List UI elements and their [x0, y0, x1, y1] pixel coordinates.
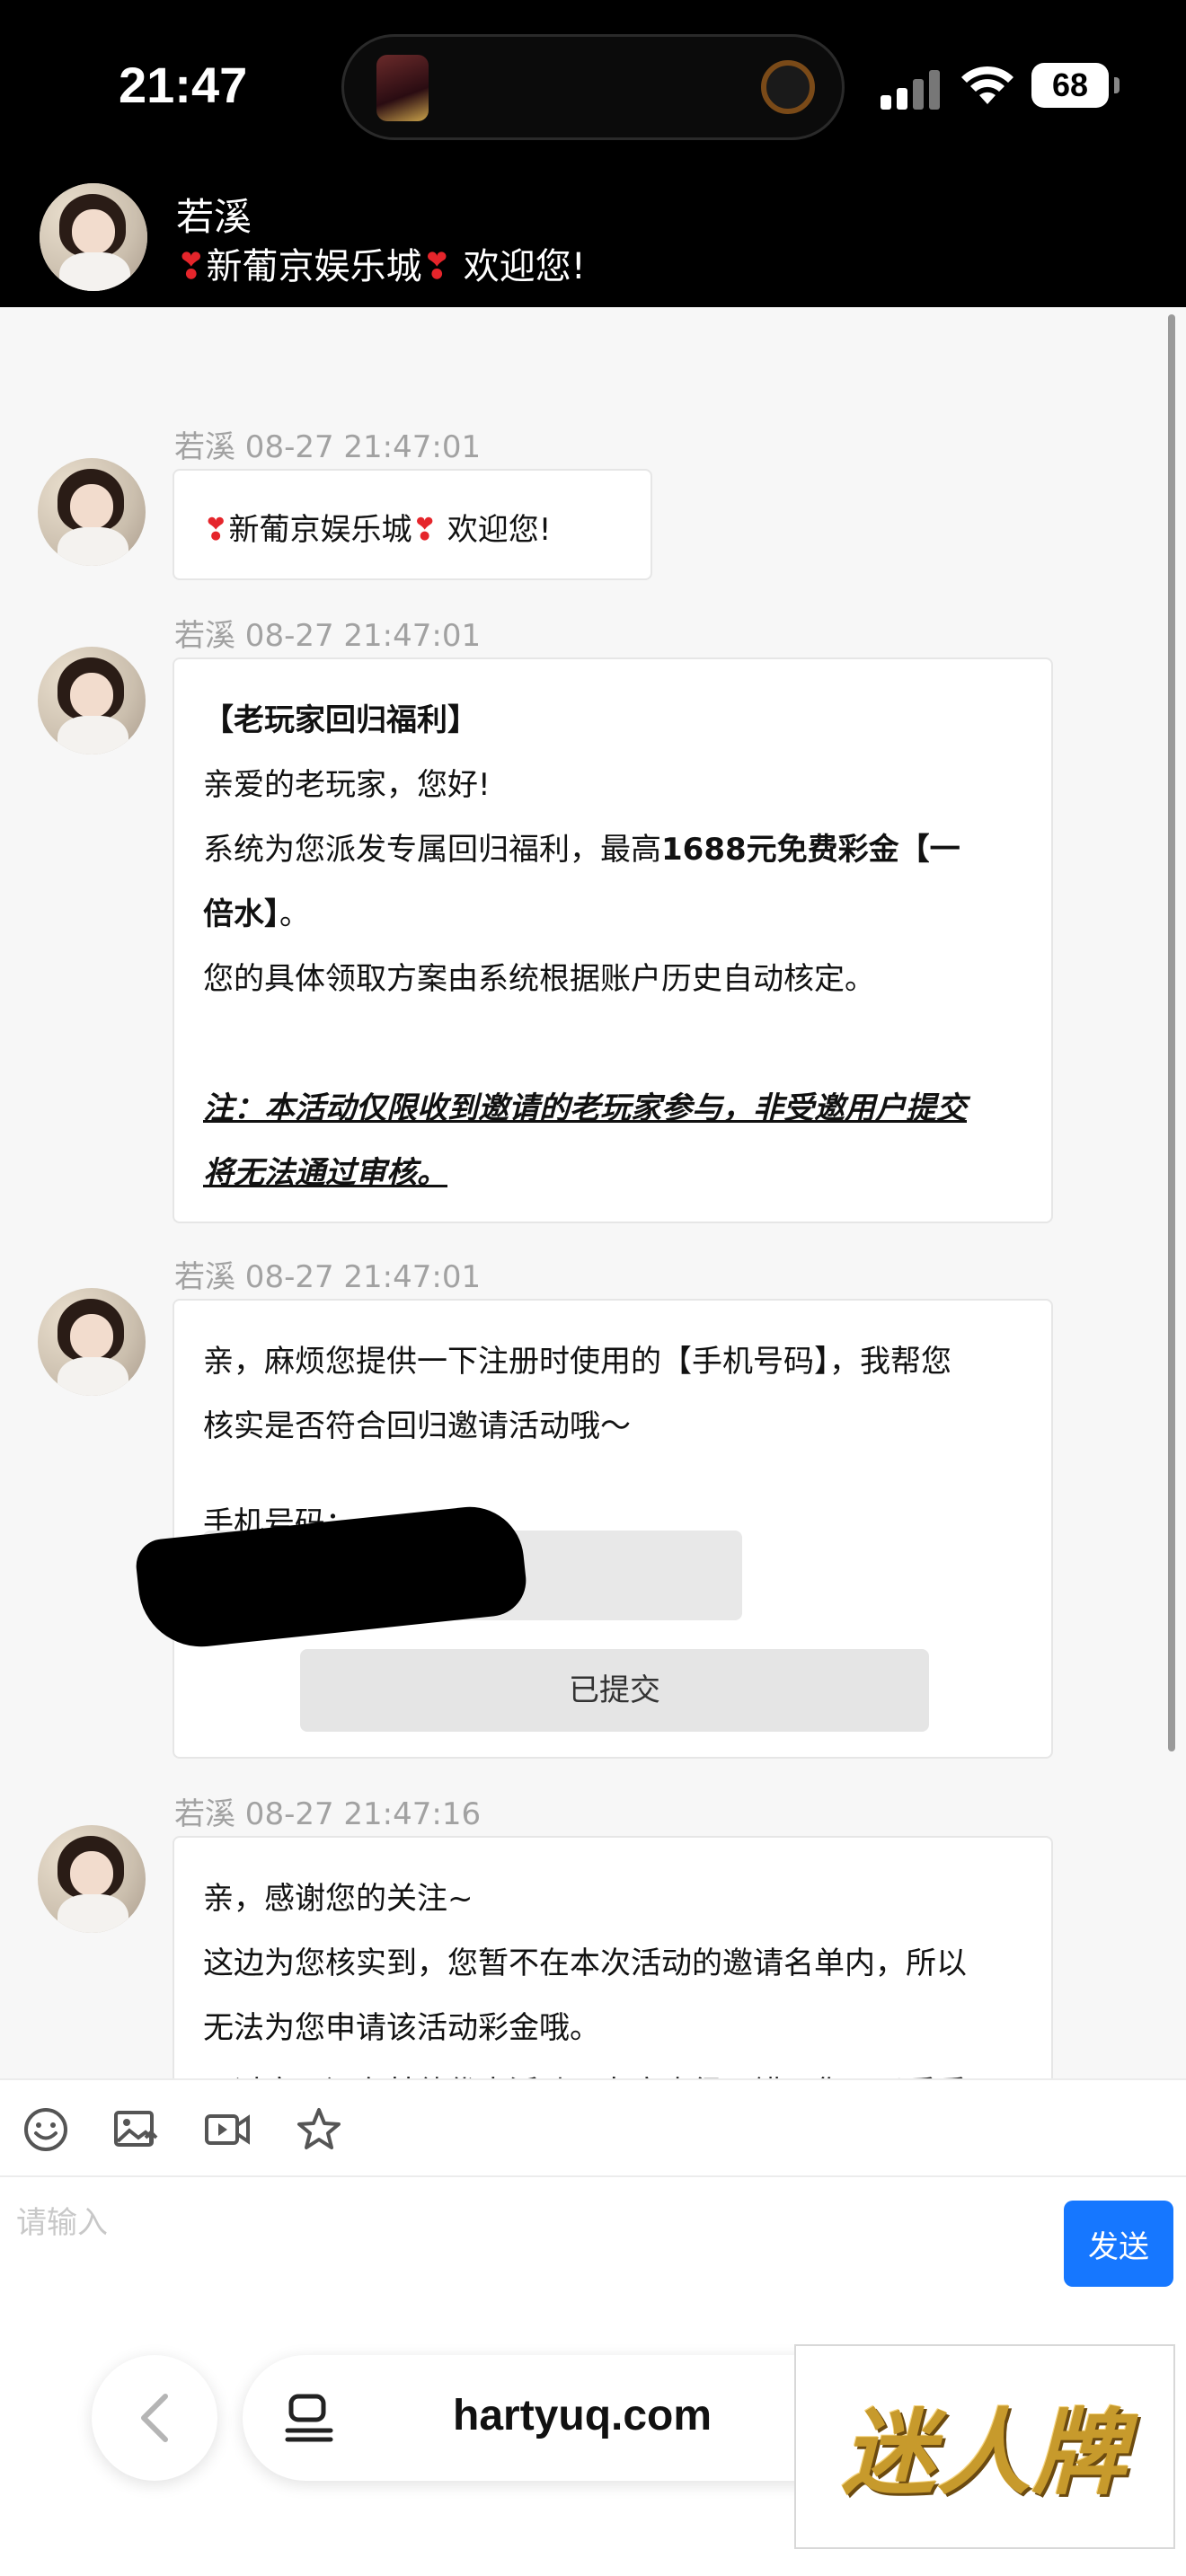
contact-avatar[interactable] — [40, 183, 147, 291]
page-url: hartyuq.com — [453, 2392, 712, 2439]
sender-avatar — [38, 1825, 146, 1933]
promo-detail: 您的具体领取方案由系统根据账户历史自动核定。 — [203, 961, 875, 997]
heart-icon: ❣ — [176, 246, 207, 287]
request-text: 亲，麻烦您提供一下注册时使用的【手机号码】，我帮您 — [203, 1344, 951, 1380]
send-button[interactable]: 发送 — [1064, 2201, 1173, 2287]
message-meta: 若溪 08-27 21:47:01 — [174, 618, 482, 654]
chevron-left-icon — [141, 2394, 168, 2442]
composer-toolbar — [0, 2078, 1186, 2177]
cellular-signal-icon — [881, 66, 943, 110]
contact-name: 若溪 — [176, 195, 252, 239]
status-time: 21:47 — [119, 57, 248, 113]
wifi-icon — [961, 66, 1013, 104]
heart-icon: ❣ — [203, 512, 229, 548]
message-bubble: 亲，麻烦您提供一下注册时使用的【手机号码】，我帮您 核实是否符合回归邀请活动哦～… — [133, 1299, 1053, 1759]
message-bubble: 亲，感谢您的关注~ 这边为您核实到，您暂不在本次活动的邀请名单内，所以 无法为您… — [173, 1836, 1053, 2078]
top-bar: 21:47 68 若溪 ❣新葡京娱乐城❣ 欢迎您! — [0, 0, 1186, 307]
promo-title: 【老玩家回归福利】 — [203, 702, 478, 738]
message-meta: 若溪 08-27 21:47:16 — [174, 1796, 482, 1832]
heart-icon: ❣ — [421, 246, 453, 287]
promo-text: 系统为您派发专属回归福利，最高1688元免费彩金【一 — [203, 832, 960, 868]
emoji-icon[interactable] — [22, 2105, 70, 2154]
back-button[interactable] — [92, 2355, 217, 2481]
live-activity-app-icon — [376, 55, 429, 121]
camera-indicator-icon — [761, 60, 815, 114]
submitted-button[interactable]: 已提交 — [300, 1649, 929, 1732]
sender-avatar — [38, 647, 146, 754]
reply-text-4: 不过官网还有其他优惠活动，力度也很不错，您可以看看 — [203, 2068, 967, 2078]
promo-text-cont: 倍水】。 — [203, 896, 310, 932]
overlay-ad[interactable]: 迷人牌 — [794, 2344, 1175, 2549]
request-text-cont: 核实是否符合回归邀请活动哦～ — [203, 1408, 631, 1444]
redaction-scribble — [133, 1501, 530, 1654]
chat-scrollbar[interactable] — [1168, 314, 1175, 1751]
message-input[interactable] — [14, 2195, 1051, 2251]
reply-text-2: 这边为您核实到，您暂不在本次活动的邀请名单内，所以 — [203, 1945, 967, 1981]
promo-note: 注：本活动仅限收到邀请的老玩家参与，非受邀用户提交 — [203, 1090, 967, 1126]
chat-area[interactable]: 若溪 08-27 21:47:01 ❣新葡京娱乐城❣ 欢迎您! 若溪 08-27… — [0, 307, 1186, 2078]
heart-icon: ❣ — [412, 512, 438, 548]
message-bubble: ❣新葡京娱乐城❣ 欢迎您! — [173, 469, 652, 580]
composer: 发送 — [0, 2177, 1186, 2321]
reply-text-3: 无法为您申请该活动彩金哦。 — [203, 2010, 600, 2046]
message-bubble: 【老玩家回归福利】 亲爱的老玩家，您好! 系统为您派发专属回归福利，最高1688… — [173, 657, 1053, 1223]
browser-bar: hartyuq.com 迷人牌 — [0, 2321, 1186, 2576]
star-icon[interactable] — [295, 2105, 343, 2154]
ad-logo-text: 迷人牌 — [841, 2397, 1128, 2508]
image-icon[interactable] — [111, 2105, 160, 2154]
message-meta: 若溪 08-27 21:47:01 — [174, 429, 482, 465]
sender-avatar — [38, 458, 146, 566]
greeting-text: 亲爱的老玩家，您好! — [203, 767, 491, 803]
contact-subtitle: ❣新葡京娱乐城❣ 欢迎您! — [176, 246, 586, 287]
dynamic-island — [341, 34, 845, 140]
message-meta: 若溪 08-27 21:47:01 — [174, 1259, 482, 1295]
reply-text: 亲，感谢您的关注~ — [203, 1881, 474, 1917]
promo-note-cont: 将无法通过审核。 — [203, 1155, 447, 1191]
video-icon[interactable] — [203, 2105, 252, 2154]
reader-menu-icon[interactable] — [284, 2391, 334, 2445]
battery-indicator: 68 — [1031, 63, 1120, 108]
sender-avatar — [38, 1288, 146, 1396]
